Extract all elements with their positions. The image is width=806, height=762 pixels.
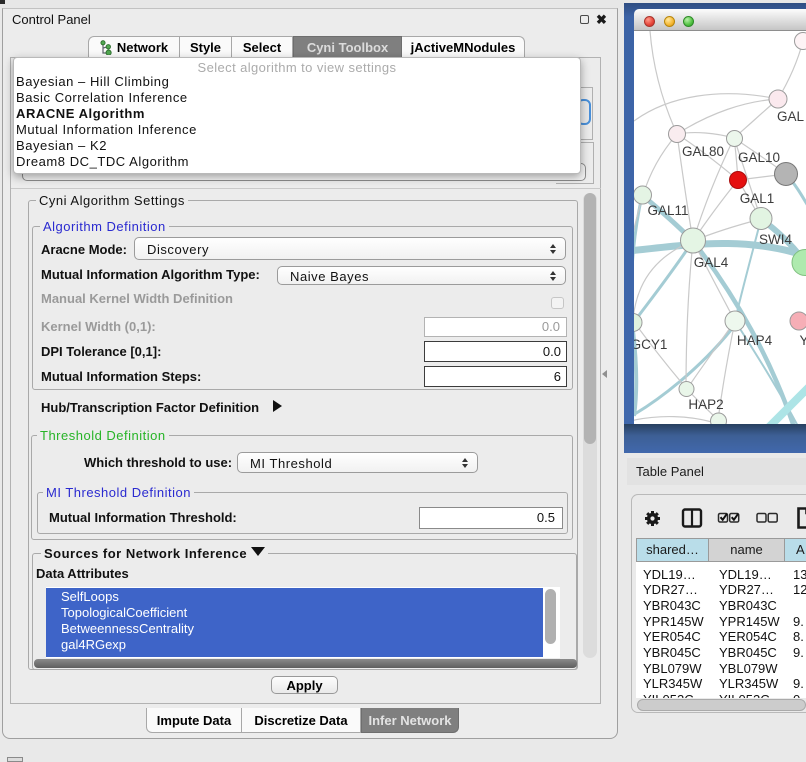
svg-text:GAL: GAL — [777, 109, 805, 124]
svg-text:GAL4: GAL4 — [694, 255, 729, 270]
svg-text:HAP4: HAP4 — [737, 333, 773, 348]
svg-text:GCY1: GCY1 — [634, 337, 667, 352]
svg-text:Y: Y — [800, 333, 806, 348]
svg-text:GAL10: GAL10 — [738, 150, 780, 165]
svg-text:SWI4: SWI4 — [759, 232, 792, 247]
svg-text:GAL80: GAL80 — [682, 144, 724, 159]
svg-text:HAP2: HAP2 — [688, 397, 723, 412]
svg-text:GAL11: GAL11 — [647, 203, 688, 218]
svg-text:GAL1: GAL1 — [740, 191, 775, 206]
